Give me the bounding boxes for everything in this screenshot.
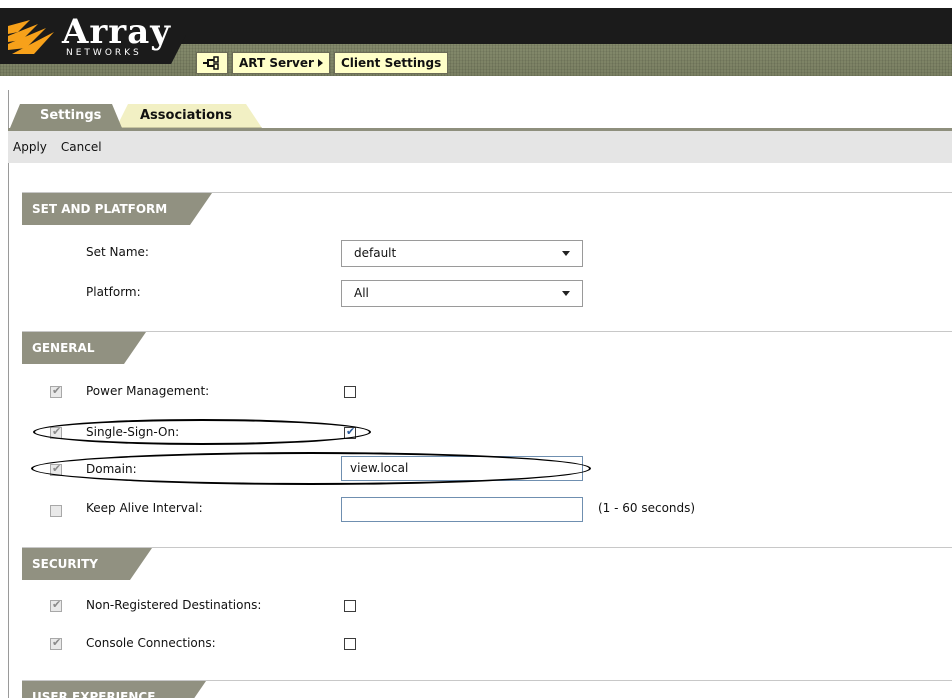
platform-select[interactable]: All [341, 280, 583, 307]
set-name-label: Set Name: [86, 245, 149, 259]
dropdown-arrow-icon [562, 251, 570, 256]
platform-value: All [354, 286, 369, 300]
power-management-label: Power Management: [86, 384, 210, 398]
console-connections-checkbox[interactable] [344, 638, 356, 650]
non-registered-label: Non-Registered Destinations: [86, 598, 262, 612]
tab-bar: Associations Settings [8, 104, 952, 128]
keep-alive-hint: (1 - 60 seconds) [598, 501, 696, 515]
checkmark-icon: ✔ [52, 598, 62, 611]
power-management-checkbox[interactable] [344, 386, 356, 398]
breadcrumb: ART Server Client Settings [196, 52, 449, 74]
breadcrumb-art-server[interactable]: ART Server [232, 52, 330, 74]
breadcrumb-network-button[interactable] [196, 52, 228, 74]
highlight-oval-domain [31, 452, 591, 485]
console-connections-label: Console Connections: [86, 636, 216, 650]
section-set-and-platform: SET AND PLATFORM [22, 192, 952, 224]
array-logo-icon [8, 20, 54, 54]
platform-label: Platform: [86, 285, 141, 299]
section-title: GENERAL [22, 332, 146, 364]
chevron-right-icon [317, 59, 323, 67]
tab-associations-label: Associations [140, 108, 232, 123]
breadcrumb-client-settings[interactable]: Client Settings [333, 52, 449, 74]
keep-alive-label: Keep Alive Interval: [86, 501, 203, 515]
set-name-select[interactable]: default [341, 240, 583, 267]
section-title: SECURITY [22, 548, 152, 580]
brand-subtitle: NETWORKS [66, 48, 142, 58]
apply-button[interactable]: Apply [10, 140, 50, 154]
keep-alive-enable-checkbox[interactable] [50, 505, 62, 517]
cancel-button[interactable]: Cancel [58, 140, 105, 154]
checkmark-icon: ✔ [52, 636, 62, 649]
keep-alive-input[interactable] [341, 497, 583, 522]
section-title: USER EXPERIENCE [22, 681, 206, 698]
section-security: SECURITY [22, 547, 952, 579]
console-connections-enable-checkbox[interactable]: ✔ [50, 636, 62, 650]
checkmark-icon: ✔ [52, 384, 62, 397]
non-registered-enable-checkbox[interactable]: ✔ [50, 598, 62, 612]
network-icon [203, 56, 219, 70]
highlight-oval-single-sign-on [33, 419, 371, 445]
logo-area: Array NETWORKS [0, 8, 186, 64]
tab-associations[interactable]: Associations [116, 104, 262, 128]
power-management-enable-checkbox[interactable]: ✔ [50, 384, 62, 398]
tab-settings[interactable]: Settings [10, 104, 122, 128]
section-general: GENERAL [22, 331, 952, 363]
header-banner: Array NETWORKS ART Server Client Setting… [0, 0, 952, 90]
content-left-border [8, 90, 9, 698]
section-user-experience: USER EXPERIENCE [22, 680, 952, 698]
tab-settings-label: Settings [40, 108, 102, 123]
breadcrumb-art-server-label: ART Server [239, 56, 314, 70]
brand-name: Array [62, 12, 171, 52]
section-title: SET AND PLATFORM [22, 193, 212, 225]
set-name-value: default [354, 246, 397, 260]
non-registered-checkbox[interactable] [344, 600, 356, 612]
action-bar: Apply Cancel [8, 131, 952, 163]
dropdown-arrow-icon [562, 291, 570, 296]
breadcrumb-client-settings-label: Client Settings [340, 56, 442, 70]
